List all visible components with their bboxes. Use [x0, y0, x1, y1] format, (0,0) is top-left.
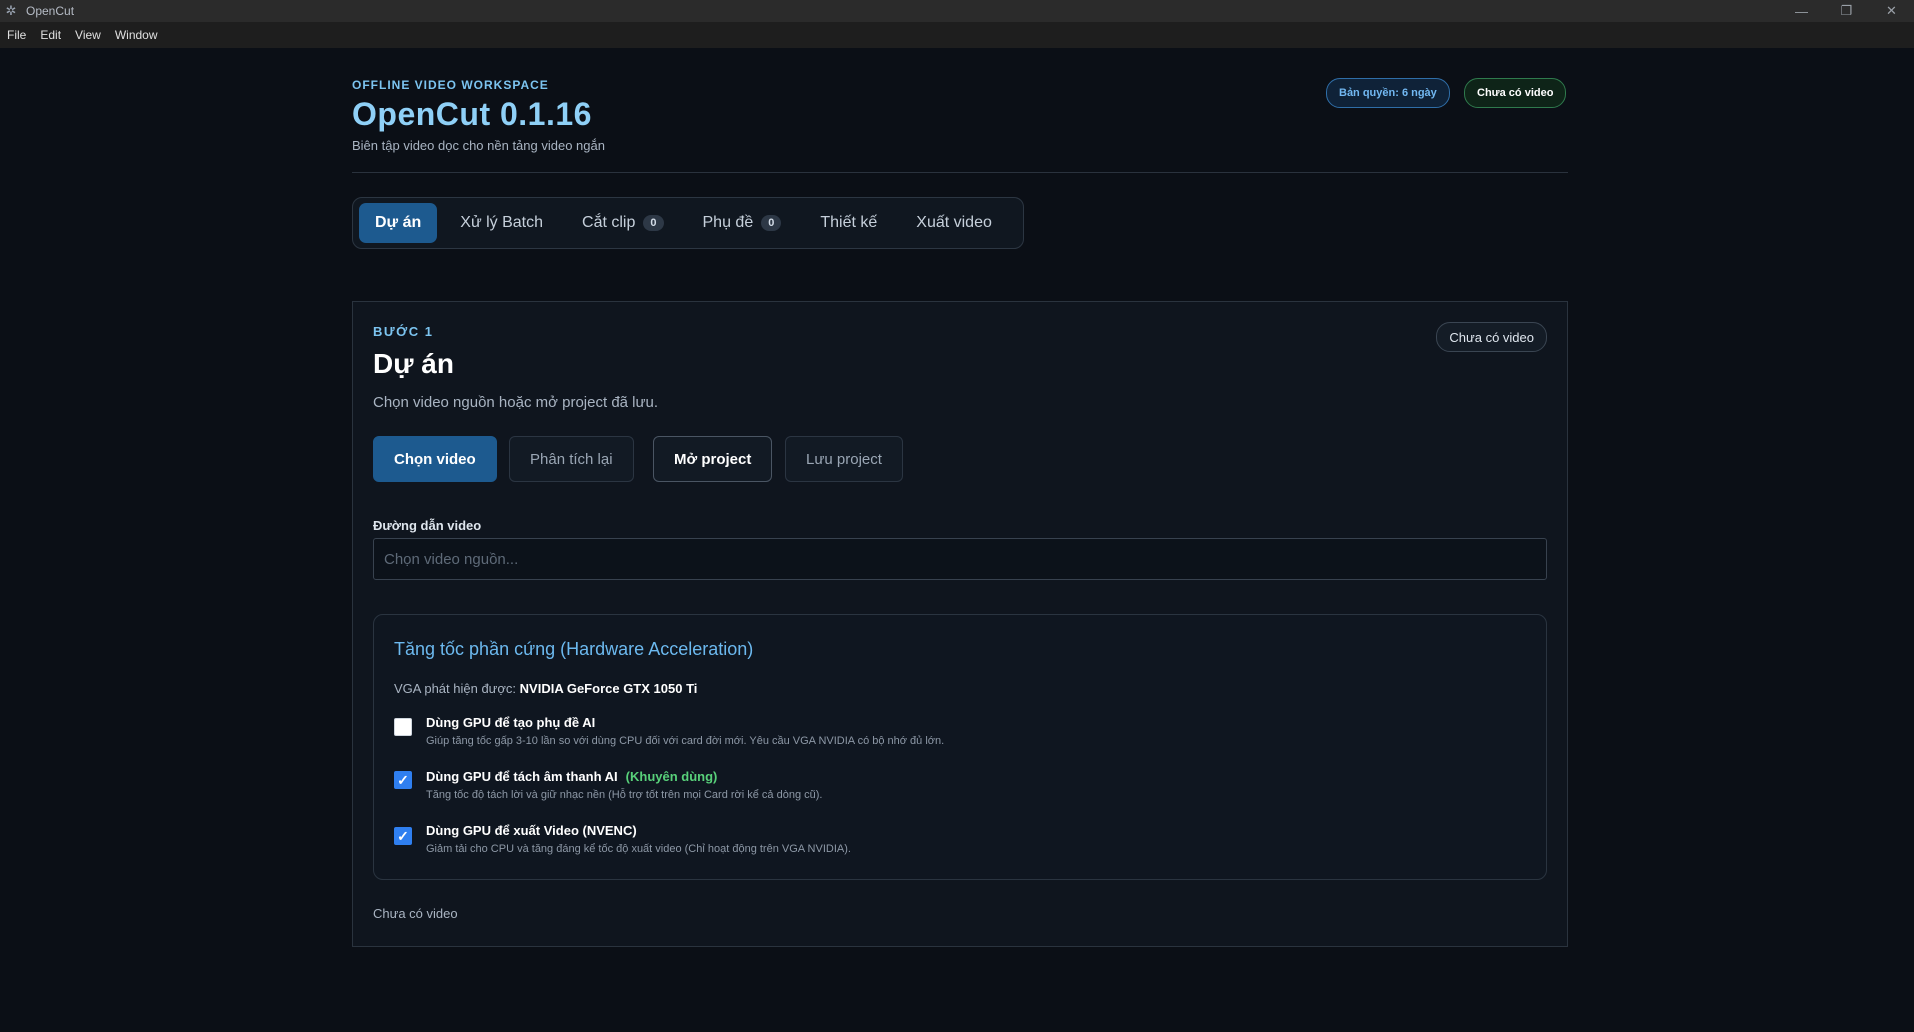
tab-label: Xử lý Batch: [460, 214, 544, 231]
app-subtitle: Biên tập video dọc cho nền tảng video ng…: [352, 138, 605, 153]
tab-subtitles[interactable]: Phụ đề 0: [687, 203, 798, 243]
close-icon[interactable]: ✕: [1869, 0, 1914, 22]
tab-batch[interactable]: Xử lý Batch: [444, 203, 559, 243]
main-tabs: Dự án Xử lý Batch Cắt clip 0 Phụ đề 0 Th…: [352, 197, 1024, 249]
option-title-text: Dùng GPU để xuất Video (NVENC): [426, 823, 637, 838]
restore-icon[interactable]: ❐: [1824, 0, 1869, 22]
tab-label: Xuất video: [916, 214, 992, 231]
menu-edit[interactable]: Edit: [33, 28, 68, 42]
window-title: OpenCut: [26, 4, 75, 18]
video-status-badge: Chưa có video: [1464, 78, 1567, 108]
vga-label: VGA phát hiện được:: [394, 681, 517, 696]
tab-label: Cắt clip: [582, 214, 636, 231]
menu-bar: File Edit View Window: [0, 22, 1914, 48]
option-description: Giảm tải cho CPU và tăng đáng kể tốc độ …: [426, 843, 851, 855]
header-divider: [352, 172, 1568, 173]
option-title-text: Dùng GPU để tạo phụ đề AI: [426, 715, 596, 730]
project-panel: BƯỚC 1 Dự án Chọn video nguồn hoặc mở pr…: [352, 301, 1568, 947]
hardware-acceleration-box: Tăng tốc phần cứng (Hardware Acceleratio…: [373, 614, 1547, 880]
menu-file[interactable]: File: [0, 28, 33, 42]
tab-label: Phụ đề: [702, 214, 754, 231]
open-project-button[interactable]: Mở project: [653, 436, 773, 482]
step-label: BƯỚC 1: [373, 324, 434, 339]
option-title: Dùng GPU để xuất Video (NVENC): [426, 823, 637, 838]
option-title-text: Dùng GPU để tách âm thanh AI: [426, 769, 618, 784]
panel-status-badge: Chưa có video: [1436, 322, 1547, 352]
checkmark-icon: ✓: [397, 771, 409, 788]
vga-name: NVIDIA GeForce GTX 1050 Ti: [519, 681, 698, 696]
hardware-title: Tăng tốc phần cứng (Hardware Acceleratio…: [394, 639, 754, 659]
option-title: Dùng GPU để tạo phụ đề AI: [426, 715, 595, 730]
title-bar: ✲ OpenCut — ❐ ✕: [0, 0, 1914, 22]
recommended-label: (Khuyên dùng): [625, 769, 718, 784]
tab-project[interactable]: Dự án: [359, 203, 438, 243]
tab-design[interactable]: Thiết kế: [804, 203, 893, 243]
footer-status: Chưa có video: [373, 906, 458, 921]
checkmark-icon: ✓: [397, 827, 409, 844]
app-title: OpenCut 0.1.16: [352, 96, 592, 132]
option-title: Dùng GPU để tách âm thanh AI (Khuyên dùng…: [426, 769, 717, 784]
save-project-button[interactable]: Lưu project: [785, 436, 903, 482]
app-logo-icon: ✲: [5, 3, 17, 18]
reanalyze-button[interactable]: Phân tích lại: [509, 436, 634, 482]
tab-count-badge: 0: [643, 215, 664, 231]
gpu-audio-checkbox[interactable]: ✓: [394, 771, 412, 789]
tab-count-badge: 0: [761, 215, 782, 231]
minimize-icon[interactable]: —: [1779, 0, 1824, 22]
gpu-export-checkbox[interactable]: ✓: [394, 827, 412, 845]
header-eyebrow: OFFLINE VIDEO WORKSPACE: [352, 78, 549, 92]
license-badge: Bản quyền: 6 ngày: [1326, 78, 1450, 108]
option-description: Tăng tốc độ tách lời và giữ nhạc nền (Hỗ…: [426, 789, 823, 801]
step-description: Chọn video nguồn hoặc mở project đã lưu.: [373, 394, 659, 411]
menu-window[interactable]: Window: [108, 28, 165, 42]
tab-label: Thiết kế: [820, 214, 878, 231]
tab-label: Dự án: [375, 214, 422, 231]
video-path-label: Đường dẫn video: [373, 518, 482, 533]
menu-view[interactable]: View: [68, 28, 108, 42]
video-path-input[interactable]: [373, 538, 1547, 580]
tab-cut-clip[interactable]: Cắt clip 0: [566, 203, 679, 243]
tab-export[interactable]: Xuất video: [900, 203, 1008, 243]
choose-video-button[interactable]: Chọn video: [373, 436, 497, 482]
option-description: Giúp tăng tốc gấp 3-10 lần so với dùng C…: [426, 735, 945, 747]
gpu-subtitle-checkbox[interactable]: [394, 718, 412, 736]
vga-detected: VGA phát hiện được: NVIDIA GeForce GTX 1…: [394, 681, 697, 696]
window-controls: — ❐ ✕: [1779, 0, 1914, 22]
step-title: Dự án: [373, 348, 454, 379]
